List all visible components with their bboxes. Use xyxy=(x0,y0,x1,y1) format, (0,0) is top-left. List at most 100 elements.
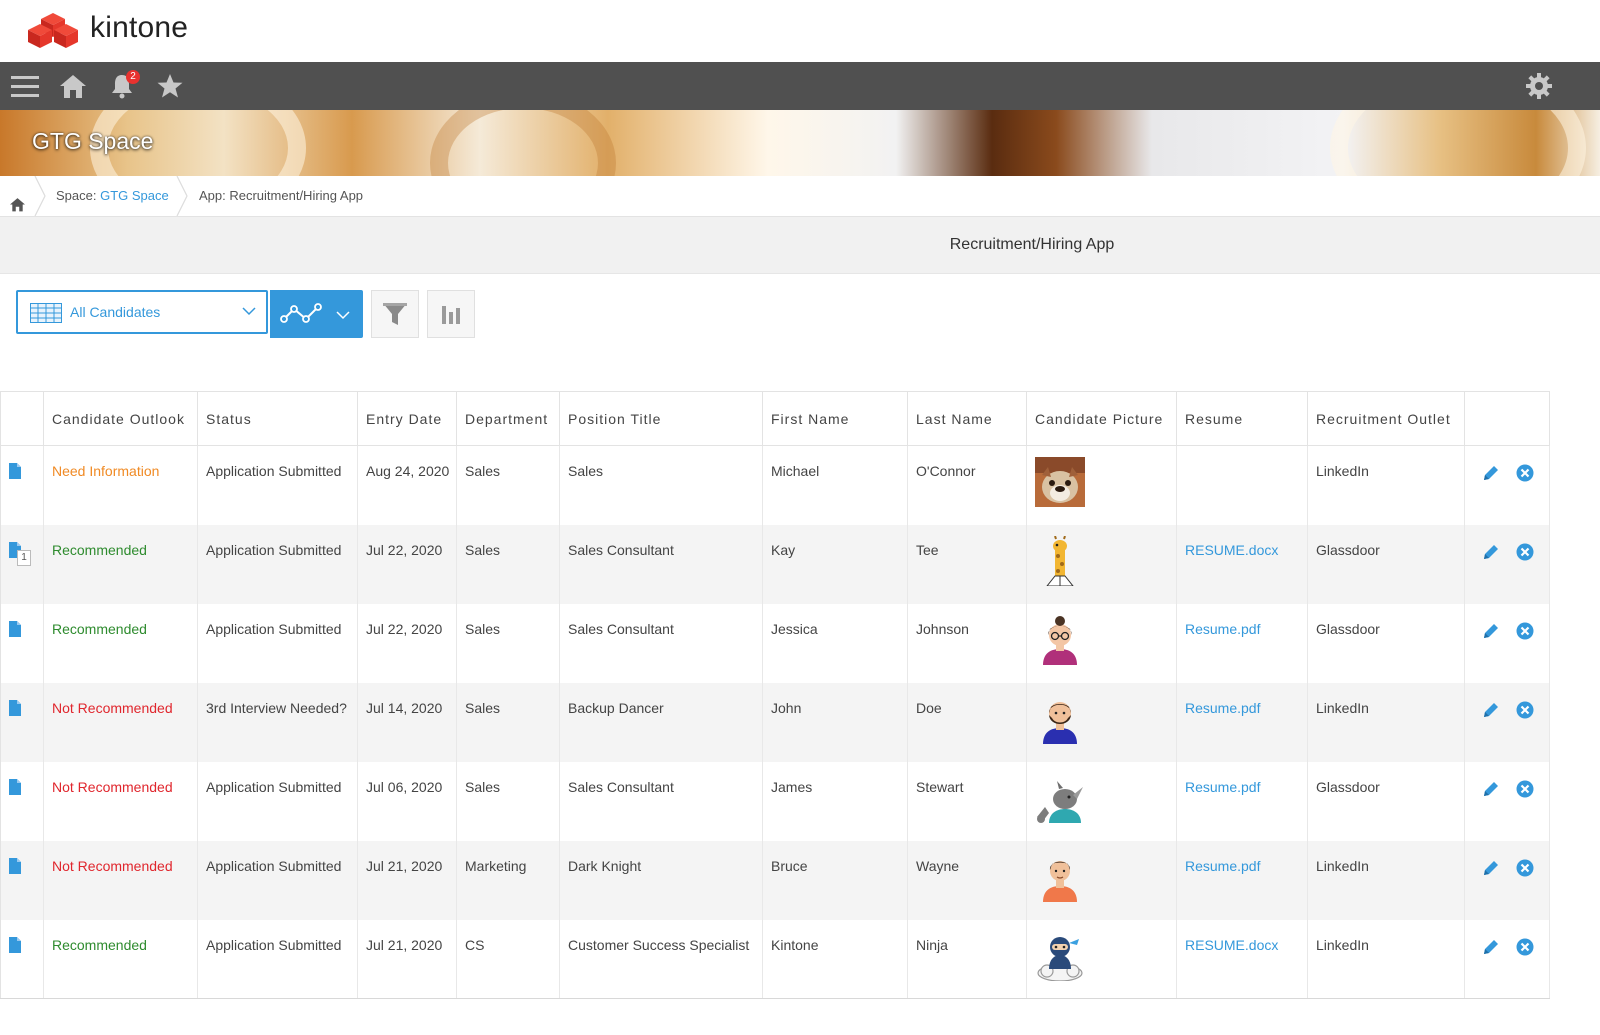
position-title-cell: Customer Success Specialist xyxy=(559,919,763,999)
record-detail-cell xyxy=(0,919,44,999)
resume-link[interactable]: Resume.pdf xyxy=(1176,603,1308,683)
delete-record-icon[interactable] xyxy=(1515,937,1535,957)
table-row[interactable]: Not Recommended 3rd Interview Needed? Ju… xyxy=(0,682,1550,762)
star-icon[interactable] xyxy=(154,70,186,102)
first-name-cell: Jessica xyxy=(762,603,908,683)
filter-icon xyxy=(383,303,407,325)
status-cell: 3rd Interview Needed? xyxy=(197,682,358,762)
breadcrumb-space: Space: GTG Space xyxy=(56,176,169,216)
resume-link[interactable]: RESUME.docx xyxy=(1176,919,1308,999)
resume-link[interactable]: Resume.pdf xyxy=(1176,761,1308,841)
table-row[interactable]: Recommended Application Submitted Jul 21… xyxy=(0,919,1550,999)
candidate-picture-cell xyxy=(1026,840,1177,920)
breadcrumb-space-prefix: Space: xyxy=(56,188,101,203)
column-header[interactable]: Candidate Picture xyxy=(1026,391,1177,446)
graph-selector-button[interactable] xyxy=(270,290,363,338)
table-row[interactable]: Recommended Application Submitted Jul 22… xyxy=(0,603,1550,683)
row-actions-cell xyxy=(1464,603,1550,683)
record-detail-icon[interactable]: 1 xyxy=(9,541,31,566)
woman-glasses-avatar-icon[interactable] xyxy=(1035,615,1085,665)
department-cell: Sales xyxy=(456,761,560,841)
column-header[interactable]: Last Name xyxy=(907,391,1027,446)
column-header[interactable]: Candidate Outlook xyxy=(43,391,198,446)
table-row[interactable]: Need Information Application Submitted A… xyxy=(0,445,1550,525)
bar-chart-icon xyxy=(442,306,460,324)
top-nav-bar: 2 xyxy=(0,62,1600,110)
status-cell: Application Submitted xyxy=(197,840,358,920)
record-detail-cell xyxy=(0,761,44,841)
chevron-down-icon xyxy=(336,311,350,320)
candidate-outlook-cell: Not Recommended xyxy=(43,682,198,762)
record-detail-icon[interactable] xyxy=(9,857,21,877)
resume-link[interactable]: RESUME.docx xyxy=(1176,524,1308,604)
column-header[interactable]: First Name xyxy=(762,391,908,446)
column-header[interactable]: Recruitment Outlet xyxy=(1307,391,1465,446)
edit-record-icon[interactable] xyxy=(1481,700,1501,720)
column-header[interactable]: Department xyxy=(456,391,560,446)
record-detail-cell xyxy=(0,840,44,920)
delete-record-icon[interactable] xyxy=(1515,463,1535,483)
delete-record-icon[interactable] xyxy=(1515,542,1535,562)
column-header[interactable]: Position Title xyxy=(559,391,763,446)
delete-record-icon[interactable] xyxy=(1515,858,1535,878)
record-detail-icon[interactable] xyxy=(9,936,21,956)
last-name-cell: O'Connor xyxy=(907,445,1027,525)
last-name-cell: Doe xyxy=(907,682,1027,762)
view-selector[interactable]: All Candidates xyxy=(16,290,268,334)
resume-link[interactable] xyxy=(1176,445,1308,525)
delete-record-icon[interactable] xyxy=(1515,621,1535,641)
candidate-picture-cell xyxy=(1026,445,1177,525)
record-detail-icon[interactable] xyxy=(9,778,21,798)
status-cell: Application Submitted xyxy=(197,603,358,683)
ninja-cloud-avatar-icon[interactable] xyxy=(1035,931,1085,981)
column-header[interactable]: Entry Date xyxy=(357,391,457,446)
home-icon[interactable] xyxy=(57,70,89,102)
row-actions-cell xyxy=(1464,840,1550,920)
breadcrumb-home-icon[interactable] xyxy=(10,188,25,212)
table-row[interactable]: Not Recommended Application Submitted Ju… xyxy=(0,840,1550,920)
resume-link[interactable]: Resume.pdf xyxy=(1176,840,1308,920)
menu-icon[interactable] xyxy=(9,70,41,102)
department-cell: Sales xyxy=(456,682,560,762)
record-detail-icon[interactable] xyxy=(9,699,21,719)
status-cell: Application Submitted xyxy=(197,761,358,841)
column-header[interactable]: Status xyxy=(197,391,358,446)
gear-icon[interactable] xyxy=(1523,70,1555,102)
delete-record-icon[interactable] xyxy=(1515,779,1535,799)
bulldog-photo-icon[interactable] xyxy=(1035,457,1085,507)
bearded-man-avatar-icon[interactable] xyxy=(1035,694,1085,744)
man-orange-shirt-avatar-icon[interactable] xyxy=(1035,852,1085,902)
edit-record-icon[interactable] xyxy=(1481,463,1501,483)
latte-art-decoration xyxy=(430,110,616,176)
filter-button[interactable] xyxy=(371,290,419,338)
edit-record-icon[interactable] xyxy=(1481,621,1501,641)
edit-record-icon[interactable] xyxy=(1481,858,1501,878)
candidate-outlook-cell: Recommended xyxy=(43,603,198,683)
entry-date-cell: Jul 06, 2020 xyxy=(357,761,457,841)
kintone-logo-icon[interactable] xyxy=(28,12,78,50)
giraffe-avatar-icon[interactable] xyxy=(1035,535,1085,586)
table-row[interactable]: Not Recommended Application Submitted Ju… xyxy=(0,761,1550,841)
first-name-cell: John xyxy=(762,682,908,762)
graph-button[interactable] xyxy=(427,290,475,338)
breadcrumb-space-link[interactable]: GTG Space xyxy=(100,188,169,203)
resume-link[interactable]: Resume.pdf xyxy=(1176,682,1308,762)
column-header[interactable]: Resume xyxy=(1176,391,1308,446)
record-detail-cell xyxy=(0,682,44,762)
first-name-cell: Bruce xyxy=(762,840,908,920)
edit-record-icon[interactable] xyxy=(1481,937,1501,957)
bell-icon[interactable]: 2 xyxy=(106,70,140,102)
candidate-picture-cell xyxy=(1026,682,1177,762)
column-header-actions xyxy=(1464,391,1550,446)
record-detail-icon[interactable] xyxy=(9,620,21,640)
delete-record-icon[interactable] xyxy=(1515,700,1535,720)
edit-record-icon[interactable] xyxy=(1481,542,1501,562)
table-row[interactable]: 1 Recommended Application Submitted Jul … xyxy=(0,524,1550,604)
entry-date-cell: Aug 24, 2020 xyxy=(357,445,457,525)
edit-record-icon[interactable] xyxy=(1481,779,1501,799)
rhino-avatar-icon[interactable] xyxy=(1035,773,1085,823)
position-title-cell: Sales Consultant xyxy=(559,524,763,604)
table-header-row: Candidate Outlook Status Entry Date Depa… xyxy=(0,391,1550,446)
department-cell: Marketing xyxy=(456,840,560,920)
record-detail-icon[interactable] xyxy=(9,463,21,482)
